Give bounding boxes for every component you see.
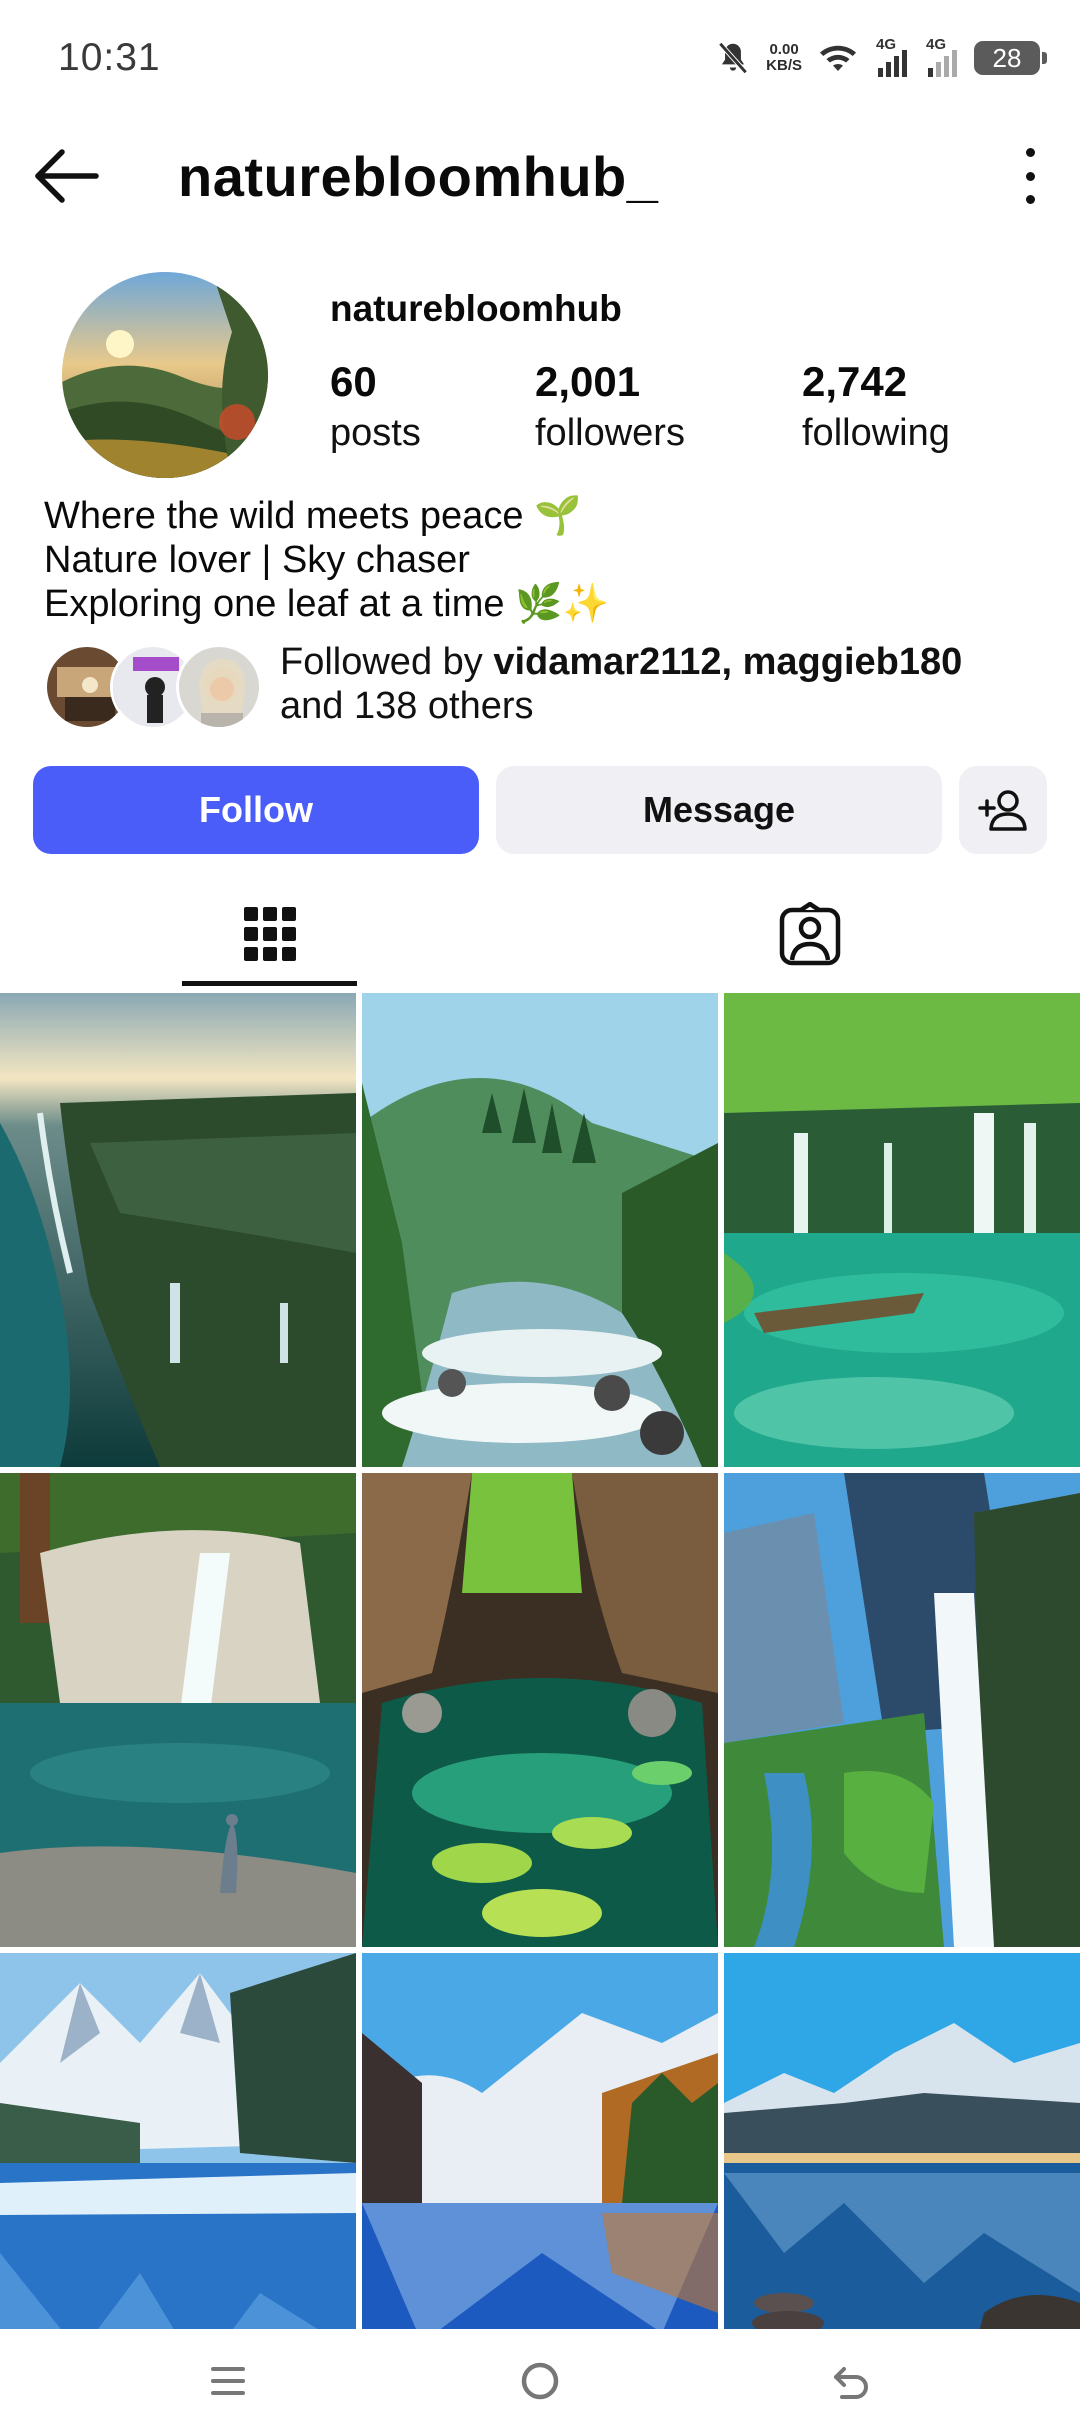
post-image xyxy=(0,1473,356,1947)
status-time: 10:31 xyxy=(58,36,161,79)
system-nav-bar xyxy=(0,2329,1080,2436)
tab-tagged[interactable] xyxy=(722,880,897,988)
profile-username: naturebloomhub xyxy=(330,288,622,329)
profile-avatar[interactable] xyxy=(62,272,268,478)
mutual-followers-text: Followed by vidamar2112, maggieb180 and … xyxy=(280,641,963,727)
wifi-icon xyxy=(820,45,856,71)
post-image xyxy=(724,993,1080,1467)
followers-label: followers xyxy=(535,412,685,454)
status-bar: 10:31 0.00 KB/S 4G 4G 28 xyxy=(0,0,1080,118)
profile-tabs xyxy=(0,880,1080,988)
mutual-names[interactable]: vidamar2112, maggieb180 xyxy=(493,641,962,683)
more-options-button[interactable] xyxy=(1016,148,1044,204)
post-image xyxy=(362,1473,718,1947)
post-image xyxy=(0,1953,356,2329)
profile-bio: Where the wild meets peace 🌱 Nature love… xyxy=(44,494,610,626)
post-thumbnail[interactable] xyxy=(724,993,1080,1467)
battery-indicator: 28 xyxy=(974,41,1047,75)
post-thumbnail[interactable] xyxy=(0,1953,356,2329)
tab-posts-grid[interactable] xyxy=(182,880,357,988)
bell-off-icon xyxy=(718,42,748,74)
post-thumbnail[interactable] xyxy=(0,1473,356,1947)
more-vertical-icon xyxy=(1025,148,1035,157)
following-count: 2,742 xyxy=(802,358,908,405)
bio-line: Nature lover | Sky chaser xyxy=(44,539,470,581)
post-thumbnail[interactable] xyxy=(724,1953,1080,2329)
signal-2: 4G xyxy=(924,36,960,78)
avatar-image xyxy=(62,272,268,478)
home-circle-icon xyxy=(521,2362,559,2400)
mutual-avatars xyxy=(44,644,264,730)
grid-icon xyxy=(243,907,296,961)
bio-line: Exploring one leaf at a time 🌿✨ xyxy=(44,583,610,625)
bio-line: Where the wild meets peace 🌱 xyxy=(44,495,582,537)
nav-back-button[interactable] xyxy=(822,2351,882,2411)
post-thumbnail[interactable] xyxy=(724,1473,1080,1947)
page-title: naturebloomhub_ xyxy=(178,145,659,208)
post-image xyxy=(0,993,356,1467)
post-thumbnail[interactable] xyxy=(362,993,718,1467)
active-tab-indicator xyxy=(182,981,357,986)
back-gesture-icon xyxy=(834,2367,868,2399)
follow-button[interactable]: Follow xyxy=(33,766,479,854)
following-label: following xyxy=(802,412,950,454)
nav-home-button[interactable] xyxy=(510,2351,570,2411)
status-icons: 0.00 KB/S 4G 4G 28 xyxy=(714,36,1047,80)
post-thumbnail[interactable] xyxy=(362,1953,718,2329)
posts-count: 60 xyxy=(330,358,377,405)
message-button[interactable]: Message xyxy=(496,766,942,854)
menu-icon xyxy=(211,2367,245,2395)
post-image xyxy=(724,1953,1080,2329)
add-user-icon xyxy=(978,790,1027,831)
signal-bars-icon xyxy=(878,50,907,77)
stat-followers[interactable]: 2,001 followers xyxy=(535,356,685,458)
posts-grid xyxy=(0,993,1080,2329)
stat-following[interactable]: 2,742 following xyxy=(802,356,950,458)
nav-menu-button[interactable] xyxy=(198,2351,258,2411)
signal-bars-icon xyxy=(928,50,957,77)
posts-label: posts xyxy=(330,412,421,454)
arrow-left-icon xyxy=(35,149,99,203)
profile-header: naturebloomhub_ xyxy=(0,130,1080,220)
tagged-person-icon xyxy=(779,902,840,966)
followers-count: 2,001 xyxy=(535,358,641,405)
mutual-followers[interactable]: Followed by vidamar2112, maggieb180 and … xyxy=(44,640,1044,736)
back-button[interactable] xyxy=(32,148,100,204)
post-image xyxy=(724,1473,1080,1947)
post-image xyxy=(362,1953,718,2329)
stat-posts[interactable]: 60 posts xyxy=(330,356,421,458)
mutual-avatar xyxy=(176,644,262,730)
post-thumbnail[interactable] xyxy=(0,993,356,1467)
network-speed: 0.00 KB/S xyxy=(766,41,802,74)
post-thumbnail[interactable] xyxy=(362,1473,718,1947)
post-image xyxy=(362,993,718,1467)
add-user-button[interactable] xyxy=(959,766,1047,854)
signal-1: 4G xyxy=(874,36,910,78)
